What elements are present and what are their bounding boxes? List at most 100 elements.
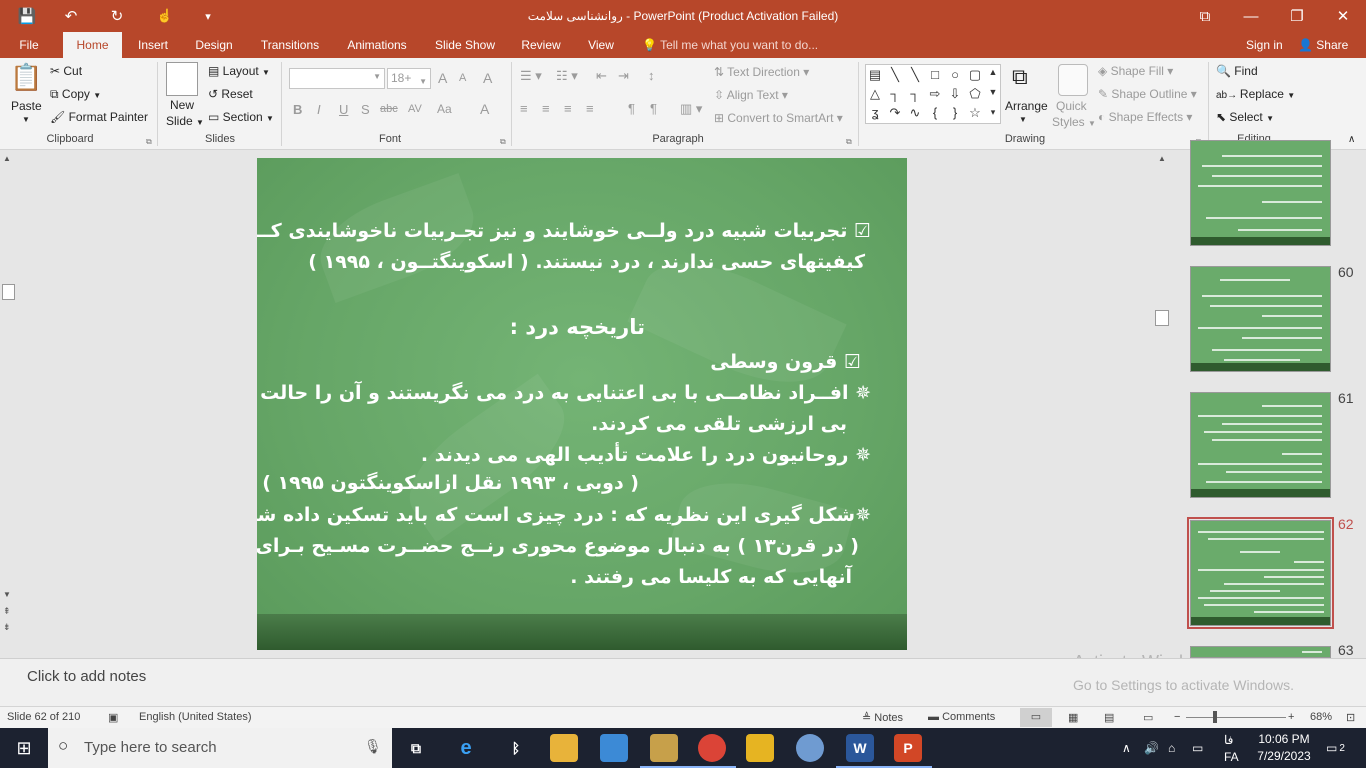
decrease-font-size-icon[interactable]: A xyxy=(459,72,466,84)
numbering-icon[interactable]: ☷ ▾ xyxy=(556,68,578,84)
fit-to-window-icon[interactable]: ⊡ xyxy=(1346,711,1355,724)
right-arrow-shape-icon[interactable]: ⇨ xyxy=(926,86,944,102)
textbox-shape-icon[interactable]: ▤ xyxy=(866,67,884,83)
copy-button[interactable]: ⧉ Copy ▼ xyxy=(50,87,101,102)
tab-slide-show[interactable]: Slide Show xyxy=(430,32,500,58)
start-button[interactable]: ⊞ xyxy=(0,728,48,768)
justify-icon[interactable]: ≡ xyxy=(586,101,594,116)
down-arrow-shape-icon[interactable]: ⇩ xyxy=(946,86,964,102)
clipboard-launcher-icon[interactable]: ⧉ xyxy=(146,137,152,147)
slide-thumbnail[interactable] xyxy=(1190,392,1331,498)
task-view-icon[interactable]: ⧉ xyxy=(402,734,430,762)
rectangle-shape-icon[interactable]: □ xyxy=(926,67,944,82)
paint-icon[interactable] xyxy=(796,734,824,762)
slide-thumbnail-current[interactable] xyxy=(1190,520,1331,626)
paste-icon[interactable]: 📋 xyxy=(10,62,42,100)
increase-font-size-icon[interactable]: A xyxy=(438,70,447,86)
italic-button[interactable]: I xyxy=(317,102,321,117)
close-button[interactable]: ✕ xyxy=(1320,0,1366,32)
star-shape-icon[interactable]: ☆ xyxy=(966,105,984,121)
tab-home[interactable]: Home xyxy=(63,32,122,58)
paragraph-launcher-icon[interactable]: ⧉ xyxy=(846,137,852,147)
shape-effects-button[interactable]: ◐ Shape Effects ▾ xyxy=(1098,110,1192,124)
decrease-indent-icon[interactable]: ⇤ xyxy=(596,68,607,84)
font-launcher-icon[interactable]: ⧉ xyxy=(500,137,506,147)
connector-shape-icon[interactable]: ┐ xyxy=(906,86,924,101)
language-indicator[interactable]: English (United States) xyxy=(139,711,252,723)
redo-icon[interactable]: ↻ xyxy=(102,0,132,32)
minimize-button[interactable]: — xyxy=(1228,0,1274,32)
tab-file[interactable]: File xyxy=(8,32,50,58)
new-slide-icon[interactable] xyxy=(166,62,198,96)
paste-button[interactable]: Paste xyxy=(11,99,42,113)
freeform-shape-icon[interactable]: ʓ xyxy=(866,105,884,120)
powerpoint-icon[interactable]: P xyxy=(884,734,932,768)
word-icon[interactable]: W xyxy=(836,734,884,768)
tab-design[interactable]: Design xyxy=(188,32,240,58)
triangle-shape-icon[interactable]: △ xyxy=(866,86,884,102)
sign-in-link[interactable]: Sign in xyxy=(1246,32,1283,58)
clear-formatting-icon[interactable]: A xyxy=(483,70,492,86)
ribbon-display-options-icon[interactable]: ⧉ xyxy=(1182,0,1228,32)
arrange-button[interactable]: Arrange xyxy=(1005,99,1048,113)
edge-icon[interactable]: e xyxy=(452,734,480,762)
brace-shape-icon[interactable]: { xyxy=(926,105,944,120)
gallery-more-icon[interactable]: ▾ xyxy=(984,107,1002,118)
thumbnail-scroll-thumb[interactable] xyxy=(1155,310,1169,326)
zoom-slider[interactable] xyxy=(1186,717,1286,718)
notes-pane[interactable]: Click to add notes Go to Settings to act… xyxy=(0,658,1366,706)
previous-slide-icon[interactable]: ⇞ xyxy=(3,606,11,617)
thumbnail-scroll-up-icon[interactable]: ▲ xyxy=(1158,154,1166,163)
microphone-icon[interactable]: 🎙 xyxy=(364,738,382,755)
zoom-level[interactable]: 68% xyxy=(1310,711,1332,723)
quick-styles-button[interactable]: Styles ▼ xyxy=(1052,115,1096,129)
zoom-in-icon[interactable]: + xyxy=(1288,711,1294,723)
tab-review[interactable]: Review xyxy=(514,32,568,58)
scroll-up-icon[interactable]: ▲ xyxy=(3,154,11,163)
paste-dropdown-icon[interactable]: ▼ xyxy=(22,115,30,124)
slide-show-view-icon[interactable]: ▭ xyxy=(1143,711,1153,724)
section-button[interactable]: ▭ Section ▼ xyxy=(208,110,274,124)
computer-icon[interactable] xyxy=(600,734,628,762)
quick-styles-label-1[interactable]: Quick xyxy=(1056,99,1087,113)
line-spacing-icon[interactable]: ↕ xyxy=(648,68,655,83)
brace-shape-icon[interactable]: } xyxy=(946,105,964,120)
battery-icon[interactable]: ▭ xyxy=(1192,728,1203,768)
increase-indent-icon[interactable]: ⇥ xyxy=(618,68,629,84)
shapes-gallery[interactable]: ▤ ╲ ╲ □ ○ ▢ △ ┐ ┐ ⇨ ⇩ ⬠ ʓ ↷ ∿ { } ☆ ▲ ▼ … xyxy=(865,64,1001,124)
customize-quick-access-icon[interactable]: ▾ xyxy=(196,0,220,32)
bluetooth-icon[interactable]: ᛒ xyxy=(502,734,530,762)
new-slide-button[interactable]: Slide ▼ xyxy=(166,114,204,128)
volume-icon[interactable]: 🔊 xyxy=(1144,728,1159,768)
maximize-button[interactable]: ❐ xyxy=(1274,0,1320,32)
tab-insert[interactable]: Insert xyxy=(130,32,176,58)
shape-fill-button[interactable]: ◈ Shape Fill ▾ xyxy=(1098,64,1173,78)
align-left-icon[interactable]: ≡ xyxy=(520,101,528,116)
replace-button[interactable]: ab→ Replace ▼ xyxy=(1216,87,1295,101)
connector-shape-icon[interactable]: ┐ xyxy=(886,86,904,101)
touch-mode-icon[interactable]: ☝ xyxy=(148,0,182,32)
format-painter-button[interactable]: 🖌 Format Painter xyxy=(50,110,148,124)
convert-smartart-button[interactable]: ⊞ Convert to SmartArt ▾ xyxy=(714,111,843,125)
scroll-down-icon[interactable]: ▼ xyxy=(3,590,11,599)
line-shape-icon[interactable]: ╲ xyxy=(906,67,924,83)
spell-check-icon[interactable]: ▣ xyxy=(108,711,118,724)
reset-button[interactable]: ↺ Reset xyxy=(208,87,253,101)
curve-shape-icon[interactable]: ∿ xyxy=(906,105,924,121)
columns-icon[interactable]: ▥ ▾ xyxy=(680,101,702,117)
share-button[interactable]: 👤 Share xyxy=(1298,32,1348,58)
notes-toggle[interactable]: ≜ Notes xyxy=(862,711,903,724)
show-hidden-icons[interactable]: ∧ xyxy=(1122,728,1131,768)
zoom-out-icon[interactable]: − xyxy=(1174,711,1180,723)
gallery-scroll-up-icon[interactable]: ▲ xyxy=(984,67,1002,77)
align-text-button[interactable]: ⇳ Align Text ▾ xyxy=(714,88,788,102)
taskbar-search[interactable]: ○ Type here to search 🎙 xyxy=(48,728,392,768)
align-center-icon[interactable]: ≡ xyxy=(542,101,550,116)
shape-outline-button[interactable]: ✎ Shape Outline ▾ xyxy=(1098,87,1197,101)
quick-styles-icon[interactable] xyxy=(1058,64,1088,96)
line-shape-icon[interactable]: ╲ xyxy=(886,67,904,83)
left-to-right-icon[interactable]: ¶ xyxy=(628,101,635,116)
slide-thumbnail[interactable] xyxy=(1190,140,1331,246)
right-to-left-icon[interactable]: ¶ xyxy=(650,101,657,116)
app-icon[interactable] xyxy=(746,734,774,762)
